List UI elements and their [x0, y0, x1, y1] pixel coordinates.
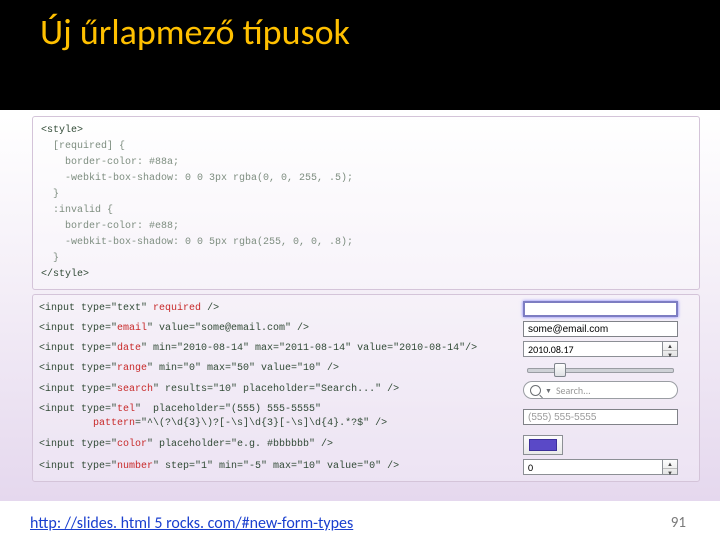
- code-input-date: <input type="date" min="2010-08-14" max=…: [39, 342, 513, 356]
- slide-title: Új űrlapmező típusok: [40, 10, 720, 54]
- search-icon: [530, 385, 541, 396]
- code-input-number: <input type="number" step="1" min="-5" m…: [39, 460, 513, 474]
- date-spin[interactable]: ▲▼: [662, 341, 678, 357]
- row-range: <input type="range" min="0" max="50" val…: [39, 359, 693, 379]
- row-date: <input type="date" min="2010-08-14" max=…: [39, 339, 693, 359]
- row-text: <input type="text" required />: [39, 299, 693, 319]
- title-bar: Új űrlapmező típusok: [0, 0, 720, 110]
- range-thumb[interactable]: [554, 363, 566, 377]
- row-search: <input type="search" results="10" placeh…: [39, 379, 693, 401]
- date-input[interactable]: 2010.08.17 ▲▼: [523, 341, 678, 357]
- row-email: <input type="email" value="some@email.co…: [39, 319, 693, 339]
- row-color: <input type="color" placeholder="e.g. #b…: [39, 433, 693, 457]
- email-input[interactable]: some@email.com: [523, 321, 678, 337]
- row-number: <input type="number" step="1" min="-5" m…: [39, 457, 693, 477]
- code-input-email: <input type="email" value="some@email.co…: [39, 322, 513, 336]
- color-swatch: [529, 439, 557, 451]
- code-input-range: <input type="range" min="0" max="50" val…: [39, 362, 513, 376]
- number-spin[interactable]: ▲▼: [662, 459, 678, 475]
- code-input-search: <input type="search" results="10" placeh…: [39, 383, 513, 397]
- code-input-color: <input type="color" placeholder="e.g. #b…: [39, 438, 513, 452]
- source-link[interactable]: http: //slides. html 5 rocks. com/#new-f…: [30, 514, 353, 533]
- page-number: 91: [671, 514, 686, 532]
- slide-body: <style> [required] { border-color: #88a;…: [0, 116, 720, 501]
- chevron-down-icon: ▼: [545, 386, 552, 395]
- code-style-block: <style> [required] { border-color: #88a;…: [41, 123, 691, 283]
- text-input[interactable]: [523, 301, 678, 317]
- tel-input[interactable]: (555) 555-5555: [523, 409, 678, 425]
- inputs-card: <input type="text" required /> <input ty…: [32, 294, 700, 482]
- row-tel: <input type="tel" placeholder="(555) 555…: [39, 401, 693, 433]
- number-input[interactable]: 0 ▲▼: [523, 459, 678, 475]
- code-input-tel: <input type="tel" placeholder="(555) 555…: [39, 403, 513, 431]
- search-input[interactable]: ▼ Search...: [523, 381, 678, 399]
- style-code-card: <style> [required] { border-color: #88a;…: [32, 116, 700, 290]
- code-input-text: <input type="text" required />: [39, 302, 513, 316]
- range-input[interactable]: [523, 361, 678, 377]
- color-input[interactable]: [523, 435, 563, 455]
- slide-footer: http: //slides. html 5 rocks. com/#new-f…: [0, 501, 720, 540]
